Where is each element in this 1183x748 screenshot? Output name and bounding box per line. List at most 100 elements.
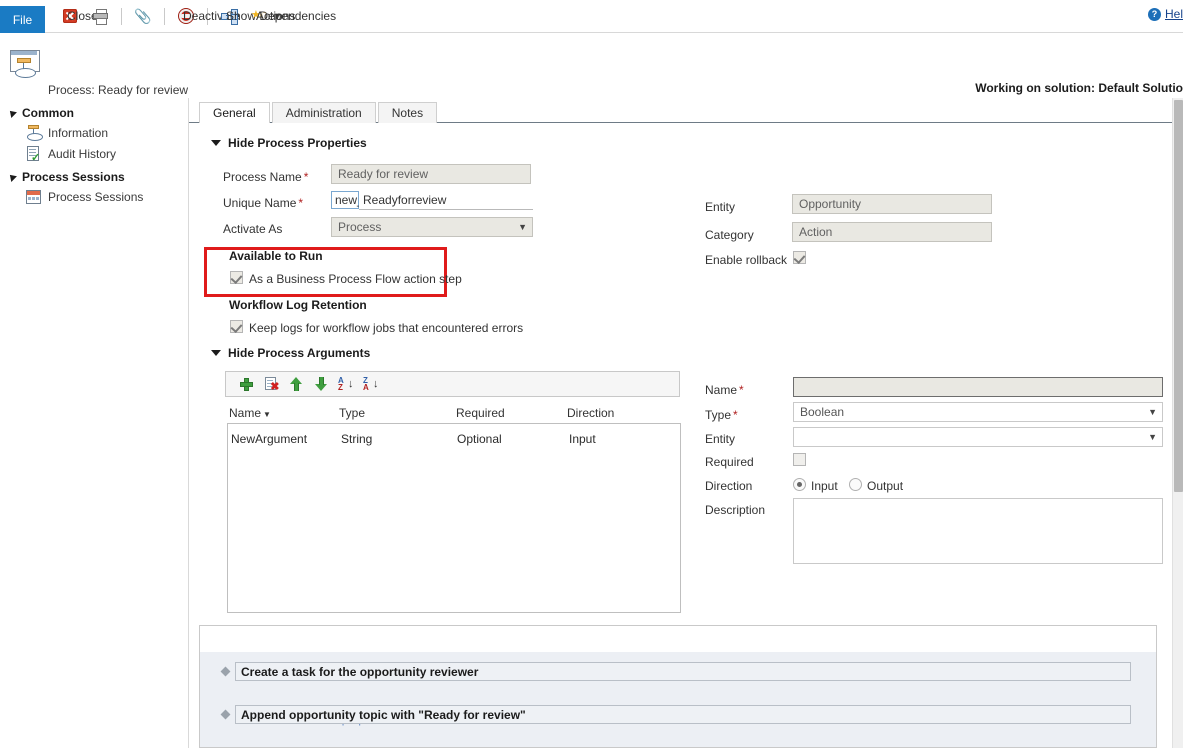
argument-required-label: Required [705,455,754,469]
deactivate-button[interactable]: Deactivate [171,0,201,32]
step-title: Create a task for the opportunity review… [235,662,1131,681]
process-steps-panel: Create a task for the opportunity review… [199,625,1157,748]
collapse-triangle-icon [7,172,17,182]
help-label: Hel [1165,7,1183,21]
sort-descending-button[interactable]: ZA↓ [359,374,384,394]
command-separator [121,8,122,25]
required-marker: * [733,408,738,422]
required-marker: * [739,383,744,397]
nav-group-common-label: Common [22,106,74,120]
toggle-process-properties[interactable]: Hide Process Properties [211,136,367,150]
column-header-direction[interactable]: Direction [567,406,614,420]
session-icon [25,189,42,205]
tab-general[interactable]: General [199,102,270,123]
list-item[interactable]: Create a task for the opportunity review… [200,662,1156,681]
audit-icon: ✓ [25,146,42,162]
argument-description-textarea[interactable] [793,498,1163,564]
tab-strip: General Administration Notes [199,102,439,123]
delete-icon: ✖ [265,377,279,391]
dynamics-process-form-window: File Close 📎 Deactivate [0,0,1183,748]
command-buttons: Close 📎 Deactivate Show [55,0,289,32]
keep-logs-checkbox[interactable] [230,320,243,333]
activate-as-select[interactable]: Process ▼ [331,217,533,237]
collapse-triangle-icon [7,108,17,118]
form-body: General Administration Notes Hide Proces… [189,98,1172,748]
scrollbar-thumb[interactable] [1174,100,1183,492]
column-header-name[interactable]: Name▼ [229,406,271,420]
process-properties-section-label: Hide Process Properties [228,136,367,150]
sidebar-item-audit-history-label: Audit History [48,147,116,161]
step-bullet-icon [221,667,231,677]
process-name-input[interactable]: Ready for review [331,164,531,184]
unique-name-input[interactable]: Readyforreview [359,191,533,210]
sidebar-item-process-sessions[interactable]: Process Sessions [25,189,188,205]
sort-indicator-icon: ▼ [263,410,271,419]
unique-name-prefix: new_ [331,191,359,209]
new-argument-button[interactable] [234,374,259,394]
cell-name: NewArgument [231,432,307,446]
keep-logs-label: Keep logs for workflow jobs that encount… [249,321,523,335]
entity-input[interactable]: Opportunity [792,194,992,214]
column-header-required[interactable]: Required [456,406,505,420]
chevron-down-icon: ▼ [1148,407,1157,417]
direction-input-radio[interactable] [793,478,806,491]
nav-group-process-sessions[interactable]: Process Sessions [8,170,188,184]
category-input[interactable]: Action [792,222,992,242]
sort-za-icon: ZA↓ [363,377,380,392]
argument-entity-select[interactable]: ▼ [793,427,1163,447]
process-window-icon [10,50,40,78]
record-subtitle: Process: Ready for review [48,83,188,97]
sort-az-icon: AZ↓ [338,377,355,392]
move-down-button[interactable] [309,374,334,394]
step-title: Append opportunity topic with "Ready for… [235,705,1131,724]
direction-output-radio[interactable] [849,478,862,491]
enable-rollback-checkbox[interactable] [793,251,806,264]
nav-group-process-sessions-label: Process Sessions [22,170,125,184]
argument-type-select[interactable]: Boolean ▼ [793,402,1163,422]
help-link[interactable]: ? Hel [1148,7,1183,21]
arguments-toolbar: ✖ AZ↓ ZA↓ [225,371,680,397]
close-button[interactable]: Close [55,0,85,32]
direction-output-label: Output [867,479,903,493]
chevron-down-icon: ▼ [518,222,527,232]
bpf-action-step-label: As a Business Process Flow action step [249,272,462,286]
chevron-down-icon [211,350,221,356]
sidebar-item-process-sessions-label: Process Sessions [48,190,143,204]
sidebar-item-audit-history[interactable]: ✓ Audit History [25,146,188,162]
direction-input-label: Input [811,479,838,493]
table-row[interactable]: NewArgument String Optional Input [228,424,680,612]
sort-ascending-button[interactable]: AZ↓ [334,374,359,394]
command-bar: File Close 📎 Deactivate [0,0,1183,33]
argument-description-label: Description [705,503,765,517]
help-icon: ? [1148,8,1161,21]
argument-direction-label: Direction [705,479,752,493]
column-header-type[interactable]: Type [339,406,365,420]
working-on-solution-label: Working on solution: Default Solutio [975,81,1183,95]
step-bullet-icon [221,710,231,720]
cell-required: Optional [457,432,502,446]
argument-required-checkbox[interactable] [793,453,806,466]
chevron-down-icon: ▼ [1148,432,1157,442]
category-label: Category [705,228,754,242]
add-attachment-button[interactable]: 📎 [128,0,158,32]
move-up-button[interactable] [284,374,309,394]
file-menu-tab[interactable]: File [0,6,45,33]
process-icon [25,125,42,141]
delete-argument-button[interactable]: ✖ [259,374,284,394]
tab-notes[interactable]: Notes [378,102,437,123]
argument-name-input[interactable] [793,377,1163,397]
unique-name-label: Unique Name* [223,196,303,210]
sidebar-item-information[interactable]: Information [25,125,188,141]
chevron-down-icon [211,140,221,146]
activate-as-label: Activate As [223,222,282,236]
nav-group-common[interactable]: Common [8,106,188,120]
toggle-process-arguments[interactable]: Hide Process Arguments [211,346,370,360]
actions-menu-button[interactable]: ★☜ Actions ▼ [244,0,289,32]
argument-name-label: Name* [705,383,744,397]
bpf-action-step-checkbox[interactable] [230,271,243,284]
vertical-scrollbar[interactable] [1172,98,1183,748]
actions-button-label: Actions [256,9,295,23]
list-item[interactable]: Append opportunity topic with "Ready for… [200,705,1156,724]
tab-administration[interactable]: Administration [272,102,376,123]
arguments-grid: NewArgument String Optional Input [227,423,681,613]
